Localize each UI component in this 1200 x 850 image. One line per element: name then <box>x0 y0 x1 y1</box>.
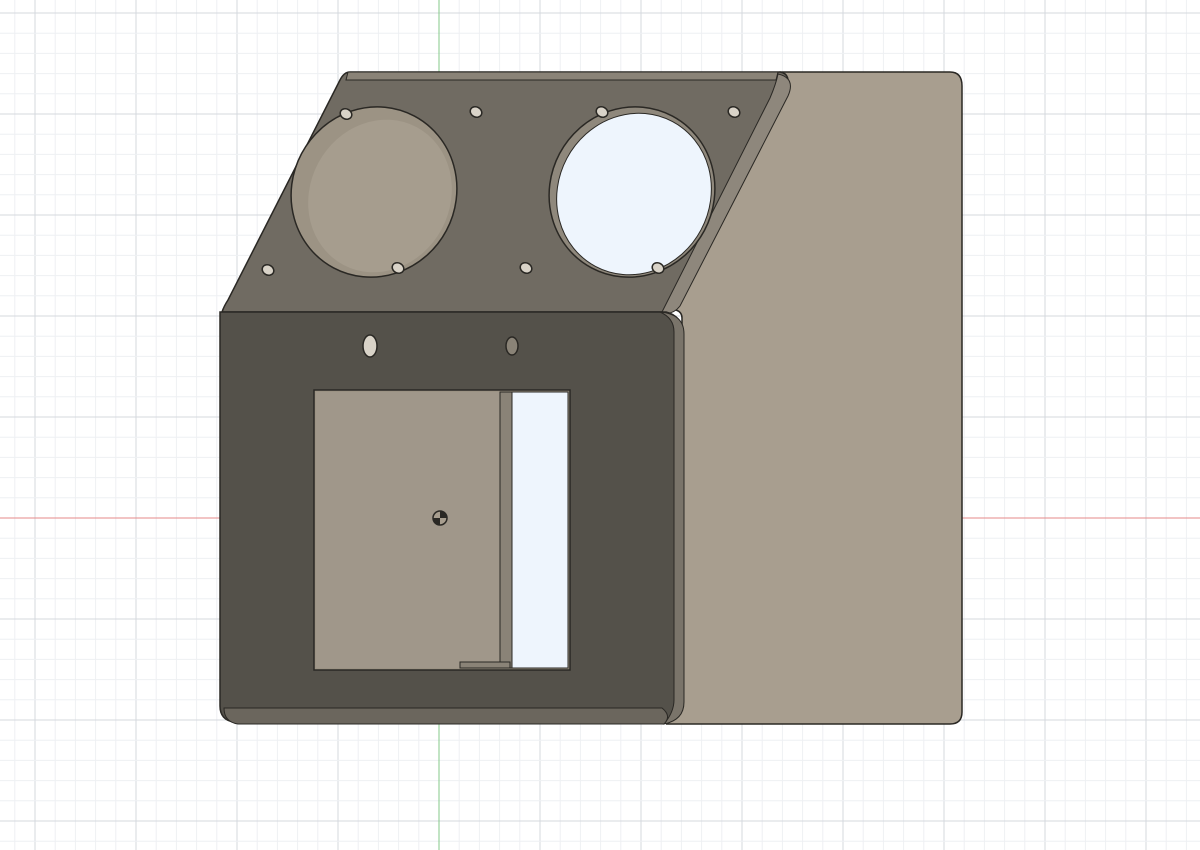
front-screw-hole-right[interactable] <box>505 336 519 356</box>
front-screw-hole-left[interactable] <box>362 334 378 358</box>
top-back-ridge <box>345 71 779 81</box>
front-window-see-through <box>511 391 569 669</box>
origin-marker-icon[interactable] <box>432 510 448 526</box>
enclosure-body[interactable] <box>219 71 963 725</box>
front-window-sill <box>459 661 511 669</box>
front-window-inner-wall <box>316 392 502 668</box>
front-window-divider <box>499 391 513 669</box>
bottom-fillet <box>223 707 668 725</box>
3d-model-viewport[interactable] <box>0 0 1200 850</box>
front-window-opening[interactable] <box>313 389 571 671</box>
